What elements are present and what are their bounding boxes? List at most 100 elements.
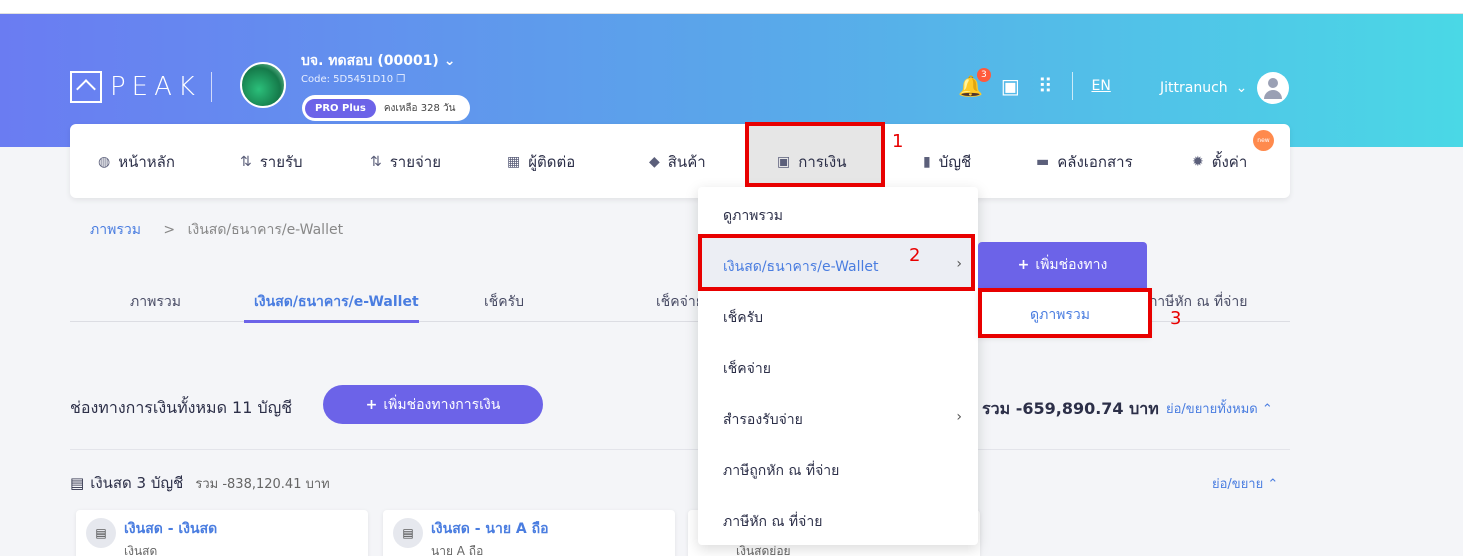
gear-icon: ✹ [1192, 154, 1204, 170]
account-name: เงินสด - นาย A ถือ [431, 521, 549, 537]
section-title: ช่องทางการเงินทั้งหมด 11 บัญชี [70, 398, 293, 417]
nav-label: รายจ่าย [389, 153, 442, 171]
tab-withholding-tax[interactable]: ภาษีหัก ณ ที่จ่าย [1148, 291, 1247, 313]
tab-cheque-received[interactable]: เช็ครับ [484, 291, 524, 313]
annotation-marker-1: 1 [892, 131, 904, 152]
account-name: เงินสด - เงินสด [124, 521, 218, 537]
dropdown-item-cheque-received[interactable]: เช็ครับ [723, 307, 763, 329]
chevron-down-icon: ⌄ [443, 53, 456, 69]
annotation-marker-2: 2 [909, 245, 921, 266]
add-payment-channel-button[interactable]: + เพิ่มช่องทางการเงิน [323, 385, 543, 424]
annotation-marker-3: 3 [1170, 308, 1182, 329]
user-avatar [1257, 72, 1290, 104]
cash-icon: ▤ [393, 518, 423, 548]
nav-label: สินค้า [667, 153, 706, 171]
plus-icon: + [1017, 257, 1030, 273]
plan-pill[interactable]: PRO Plus คงเหลือ 328 วัน [302, 95, 470, 121]
bell-icon[interactable]: 🔔 3 [958, 68, 991, 98]
company-name: บจ. ทดสอบ (00001) [301, 53, 439, 69]
cash-collapse-link[interactable]: ย่อ/ขยาย ⌃ [1212, 473, 1278, 494]
copy-icon[interactable]: ❐ [396, 74, 405, 85]
chevron-down-icon: ⌄ [1235, 80, 1248, 96]
box-icon: ◆ [649, 154, 660, 170]
add-channel-label: เพิ่มช่องทาง [1035, 257, 1108, 273]
annotation-box-1 [745, 122, 885, 187]
username: Jittranuch [1160, 80, 1228, 96]
account-card[interactable]: ▤ เงินสด - เงินสด เงินสด [76, 510, 368, 556]
plan-badge: PRO Plus [305, 98, 376, 118]
add-button-label: เพิ่มช่องทางการเงิน [383, 396, 501, 413]
tab-overview[interactable]: ภาพรวม [130, 291, 181, 313]
nav-label: ตั้งค่า [1211, 153, 1248, 171]
company-code-text: Code: 5D5451D10 [301, 74, 394, 85]
total-amount: รวม -659,890.74 บาท [982, 399, 1159, 418]
add-channel-submenu-button[interactable]: + เพิ่มช่องทาง [978, 242, 1147, 288]
active-tab-underline [244, 320, 419, 323]
folder-icon: ▬ [1036, 154, 1050, 170]
company-avatar[interactable] [240, 62, 286, 108]
plus-icon: + [365, 396, 378, 413]
account-subtitle: นาย A ถือ [431, 544, 484, 556]
help-book-icon[interactable]: ▣ [1001, 74, 1020, 98]
nav-item-income[interactable]: ⇅ รายรับ [240, 150, 303, 174]
collapse-all-label: ย่อ/ขยายทั้งหมด [1166, 402, 1258, 417]
collapse-all-link[interactable]: ย่อ/ขยายทั้งหมด ⌃ [1166, 398, 1273, 419]
peak-logo[interactable]: PEAK [70, 71, 212, 103]
annotation-box-2 [698, 234, 975, 291]
new-badge: new [1253, 130, 1274, 151]
dropdown-item-petty-cash[interactable]: สำรองรับจ่าย [723, 409, 803, 431]
breadcrumb-current: เงินสด/ธนาคาร/e-Wallet [187, 222, 344, 238]
logo-mark-icon [70, 71, 102, 103]
nav-item-accounts[interactable]: ▮ บัญชี [923, 150, 971, 174]
cash-group-title: เงินสด 3 บัญชี [90, 474, 184, 492]
section-divider [70, 449, 1290, 450]
nav-item-settings[interactable]: ✹ ตั้งค่า [1192, 150, 1247, 174]
nav-item-documents[interactable]: ▬ คลังเอกสาร [1036, 150, 1133, 174]
nav-item-products[interactable]: ◆ สินค้า [649, 150, 706, 174]
header-icons: 🔔 3 ▣ ⠿ EN [958, 68, 1111, 100]
account-card[interactable]: ▤ เงินสด - นาย A ถือ นาย A ถือ [383, 510, 675, 556]
user-menu[interactable]: Jittranuch ⌄ [1160, 72, 1290, 104]
chevron-up-icon: ⌃ [1267, 477, 1279, 492]
logo-text: PEAK [110, 72, 201, 102]
company-code: Code: 5D5451D10 ❐ [301, 74, 405, 85]
dropdown-item-withheld-tax[interactable]: ภาษีถูกหัก ณ ที่จ่าย [723, 460, 839, 482]
notification-count: 3 [976, 68, 991, 82]
plan-days: คงเหลือ 328 วัน [383, 102, 456, 114]
header-divider [1072, 72, 1074, 100]
language-switch[interactable]: EN [1091, 78, 1110, 94]
dashboard-icon: ◍ [98, 154, 111, 170]
chevron-up-icon: ⌃ [1261, 402, 1273, 417]
tab-cash-bank-ewallet[interactable]: เงินสด/ธนาคาร/e-Wallet [254, 291, 419, 313]
annotation-box-3 [978, 288, 1152, 338]
logo-divider [210, 72, 212, 102]
account-subtitle: เงินสด [124, 544, 158, 556]
book-icon: ▮ [923, 154, 931, 170]
apps-grid-icon[interactable]: ⠿ [1038, 74, 1053, 98]
nav-item-contacts[interactable]: ▦ ผู้ติดต่อ [507, 150, 575, 174]
cash-icon: ▤ [86, 518, 116, 548]
nav-item-expense[interactable]: ⇅ รายจ่าย [370, 150, 441, 174]
dropdown-item-cheque-paid[interactable]: เช็คจ่าย [723, 358, 771, 380]
nav-label: คลังเอกสาร [1057, 153, 1133, 171]
cash-group-header: ▤ เงินสด 3 บัญชี รวม -838,120.41 บาท [70, 471, 330, 495]
tab-cheque-paid[interactable]: เช็คจ่าย [656, 291, 704, 313]
nav-item-home[interactable]: ◍ หน้าหลัก [98, 150, 175, 174]
cash-group-subtotal: รวม -838,120.41 บาท [195, 476, 330, 492]
income-icon: ⇅ [240, 154, 252, 170]
window-top-strip [0, 0, 1463, 14]
breadcrumb-root[interactable]: ภาพรวม [90, 222, 141, 238]
expense-icon: ⇅ [370, 154, 382, 170]
nav-label: บัญชี [938, 153, 972, 171]
dropdown-item-withholding-tax[interactable]: ภาษีหัก ณ ที่จ่าย [723, 511, 822, 533]
dropdown-item-overview[interactable]: ดูภาพรวม [723, 205, 783, 227]
main-nav: ◍ หน้าหลัก ⇅ รายรับ ⇅ รายจ่าย ▦ ผู้ติดต่อ ◆ ส… [70, 124, 1290, 198]
company-selector[interactable]: บจ. ทดสอบ (00001) ⌄ [301, 50, 455, 72]
cash-collapse-label: ย่อ/ขยาย [1212, 477, 1264, 492]
chevron-right-icon: › [956, 409, 962, 425]
contacts-icon: ▦ [507, 154, 521, 170]
breadcrumb-separator: > [163, 222, 176, 238]
nav-label: รายรับ [259, 153, 303, 171]
breadcrumb: ภาพรวม > เงินสด/ธนาคาร/e-Wallet [90, 219, 343, 241]
nav-label: หน้าหลัก [118, 153, 175, 171]
